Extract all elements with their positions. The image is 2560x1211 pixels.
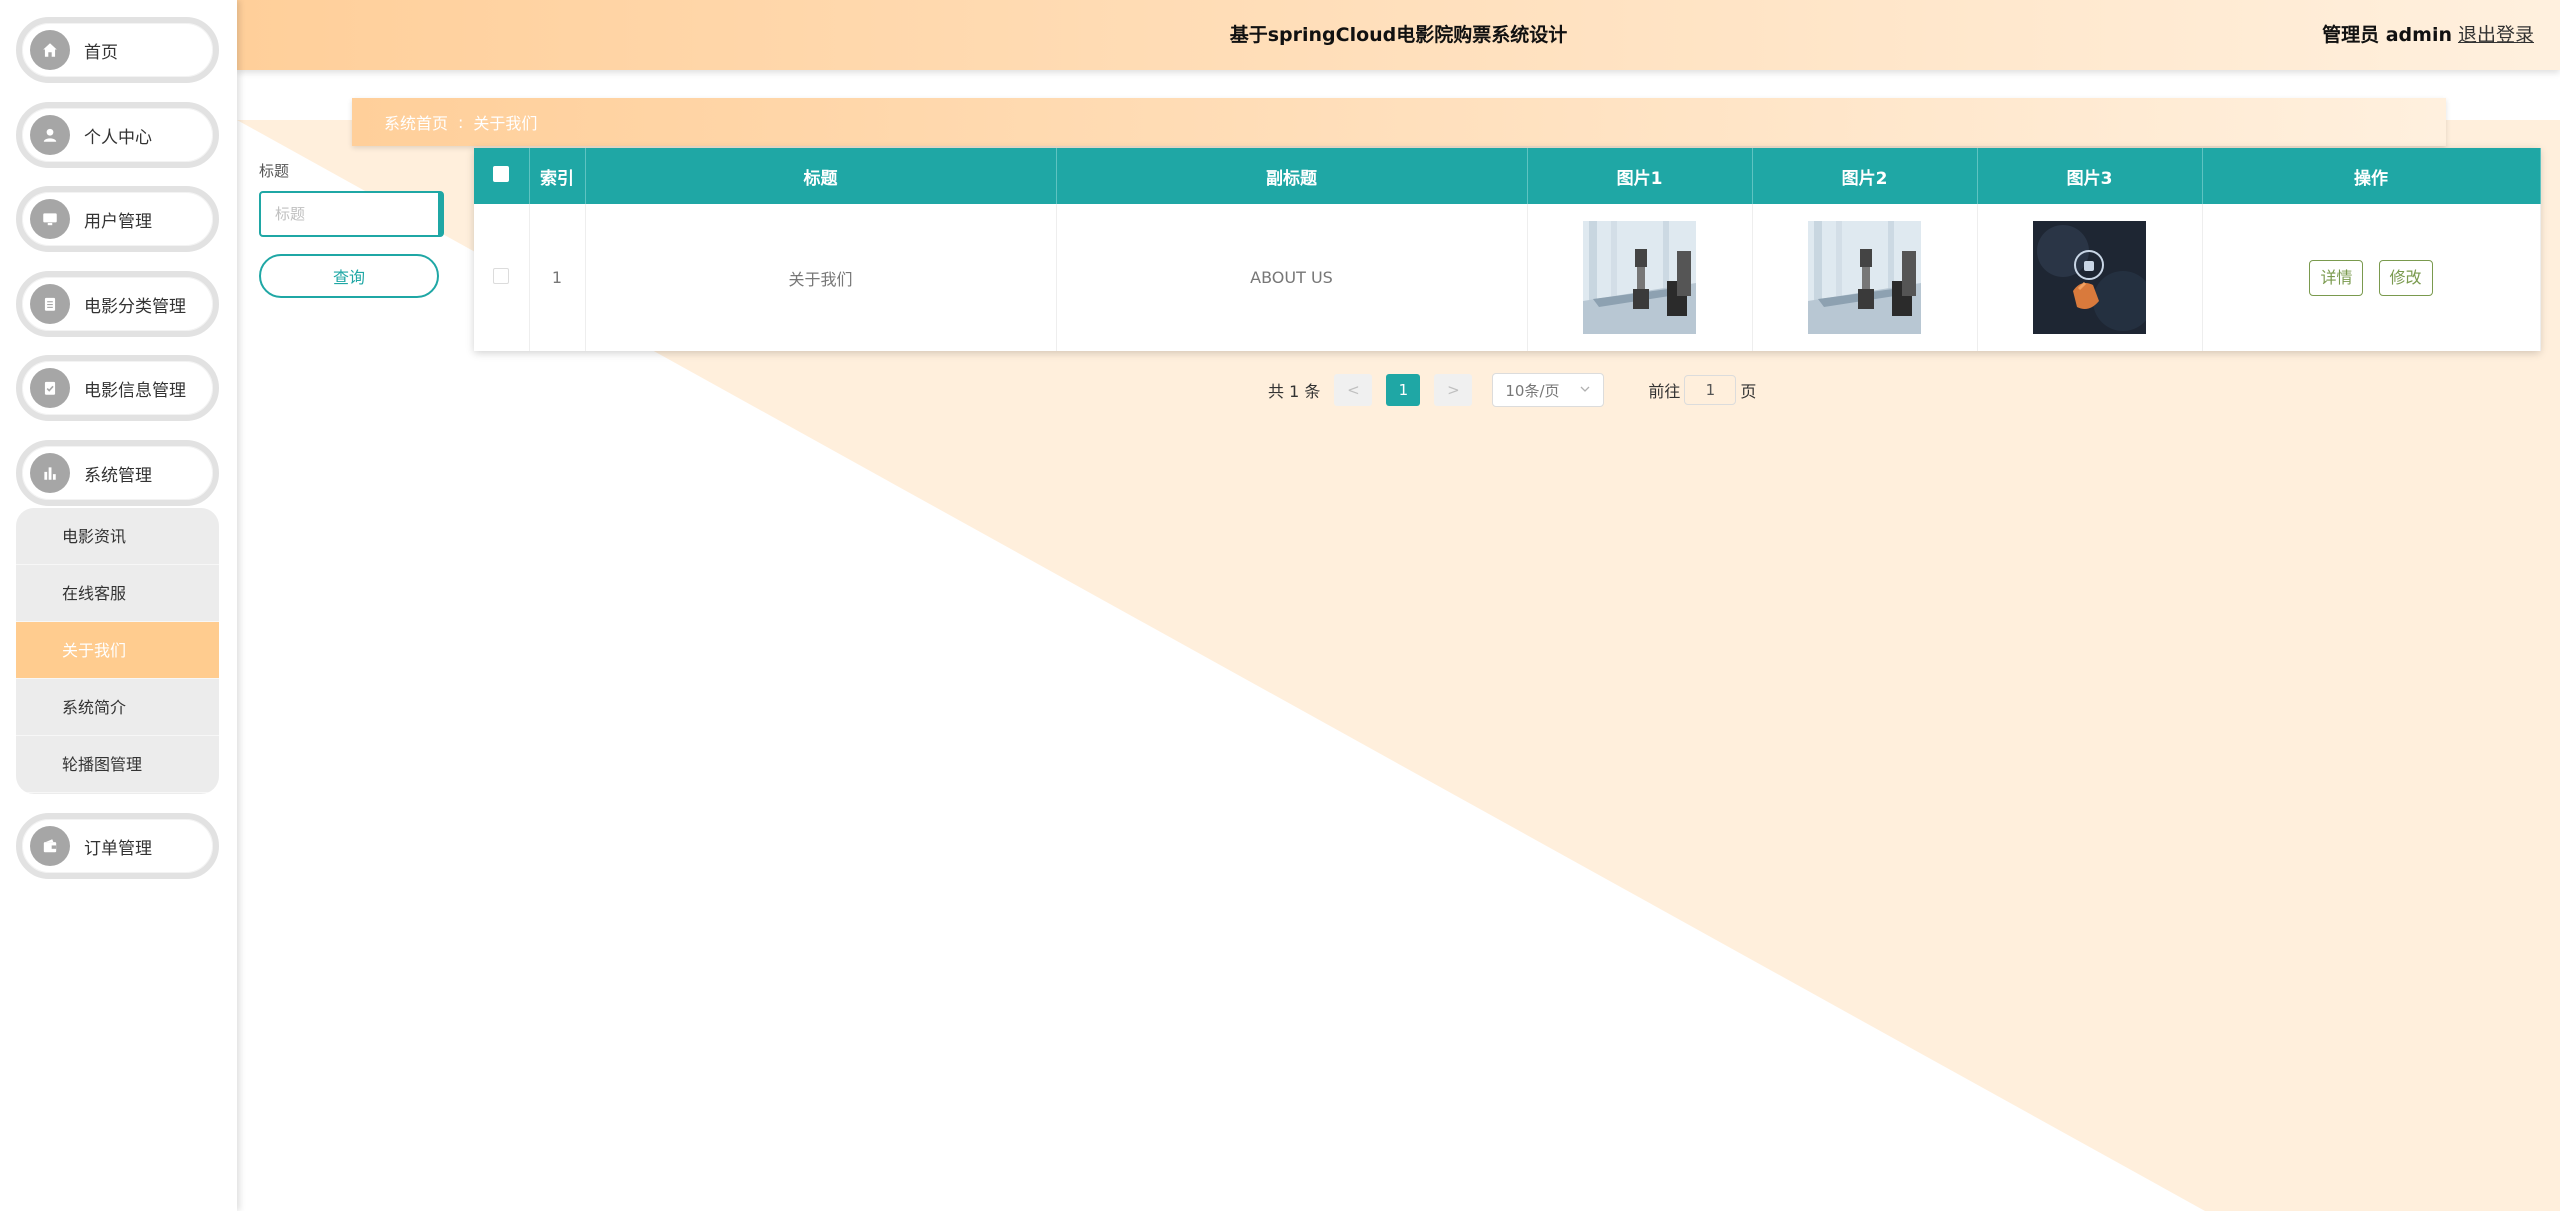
sidebar-item-movie-info[interactable]: 电影信息管理 [16,355,219,421]
wallet-icon [30,826,70,866]
sidebar-item-label: 订单管理 [84,838,152,859]
sidebar-item-users[interactable]: 用户管理 [16,186,219,252]
sidebar-item-label: 个人中心 [84,127,152,148]
column-header-actions: 操作 [2202,148,2541,204]
row-subtitle: ABOUT US [1056,204,1528,351]
column-header-image1: 图片1 [1527,148,1753,204]
image1-thumbnail[interactable] [1583,221,1696,334]
sidebar-item-movie-category[interactable]: 电影分类管理 [16,271,219,337]
clipboard-icon [30,284,70,324]
column-header-image3: 图片3 [1977,148,2203,204]
chevron-down-icon [1579,381,1591,399]
row-title: 关于我们 [585,204,1057,351]
submenu-item-about-us[interactable]: 关于我们 [16,622,219,679]
edit-button[interactable]: 修改 [2378,259,2433,296]
title-search-input[interactable] [259,191,444,237]
submenu-item-movie-news[interactable]: 电影资讯 [16,508,219,565]
row-select-cell [474,204,530,351]
sidebar-item-label: 首页 [84,42,118,63]
pagination-total: 共 1 条 [1268,382,1321,401]
prev-page-button[interactable]: < [1334,374,1373,406]
logout-link[interactable]: 退出登录 [2458,0,2534,70]
row-actions-cell: 详情 修改 [2202,204,2541,351]
sidebar: 首页 个人中心 用户管理 电影分类管理 电影信息管理 系统管理 电影资讯 在线客… [0,0,237,1211]
search-label: 标题 [259,162,290,180]
monitor-icon [30,199,70,239]
column-header-subtitle: 副标题 [1056,148,1528,204]
table-row: 1 关于我们 ABOUT US 详情 修改 [474,204,2541,351]
clipboard-check-icon [30,368,70,408]
user-icon [30,115,70,155]
image3-thumbnail[interactable] [2033,221,2146,334]
sidebar-item-label: 系统管理 [84,465,152,486]
column-header-index: 索引 [529,148,586,204]
data-table: 索引 标题 副标题 图片1 图片2 图片3 操作 1 关于我们 ABOUT US [474,148,2541,351]
breadcrumb: 系统首页 : 关于我们 [352,98,2446,146]
select-all-checkbox[interactable] [493,165,510,182]
pagination: 共 1 条 < 1 > 10条/页 前往 1 页 [1268,373,1756,407]
image2-thumbnail[interactable] [1808,221,1921,334]
detail-button[interactable]: 详情 [2309,259,2364,296]
sidebar-item-label: 电影分类管理 [84,296,186,317]
next-page-button[interactable]: > [1434,374,1473,406]
goto-label: 前往 [1648,382,1681,401]
submenu-item-carousel[interactable]: 轮播图管理 [16,736,219,793]
sidebar-item-system[interactable]: 系统管理 [16,440,219,506]
breadcrumb-separator: : [458,112,464,132]
current-user: 管理员 admin [2322,24,2452,46]
table-header-row: 索引 标题 副标题 图片1 图片2 图片3 操作 [474,148,2541,204]
row-image1-cell [1527,204,1753,351]
page-size-select[interactable]: 10条/页 [1492,373,1605,407]
sidebar-item-label: 电影信息管理 [84,380,186,401]
column-header-image2: 图片2 [1752,148,1978,204]
page-suffix: 页 [1740,382,1757,401]
goto-page-input[interactable]: 1 [1684,375,1737,405]
page-number-button[interactable]: 1 [1386,374,1421,406]
row-image2-cell [1752,204,1978,351]
row-checkbox[interactable] [493,267,510,284]
page-size-value: 10条/页 [1505,381,1560,400]
home-icon [30,30,70,70]
sidebar-item-profile[interactable]: 个人中心 [16,102,219,168]
column-header-title: 标题 [585,148,1057,204]
sidebar-item-home[interactable]: 首页 [16,17,219,83]
sidebar-item-label: 用户管理 [84,211,152,232]
query-button[interactable]: 查询 [259,254,439,298]
app-title: 基于springCloud电影院购票系统设计 [1229,24,1568,46]
submenu-item-system-intro[interactable]: 系统简介 [16,679,219,736]
row-index: 1 [529,204,586,351]
breadcrumb-current: 关于我们 [473,114,538,133]
system-submenu: 电影资讯 在线客服 关于我们 系统简介 轮播图管理 [16,508,219,794]
select-all-cell [474,148,530,204]
top-header: 基于springCloud电影院购票系统设计 管理员 admin 退出登录 [237,0,2560,70]
chart-icon [30,453,70,493]
sidebar-item-orders[interactable]: 订单管理 [16,813,219,879]
breadcrumb-home[interactable]: 系统首页 [384,110,448,134]
submenu-item-online-service[interactable]: 在线客服 [16,565,219,622]
row-image3-cell [1977,204,2203,351]
